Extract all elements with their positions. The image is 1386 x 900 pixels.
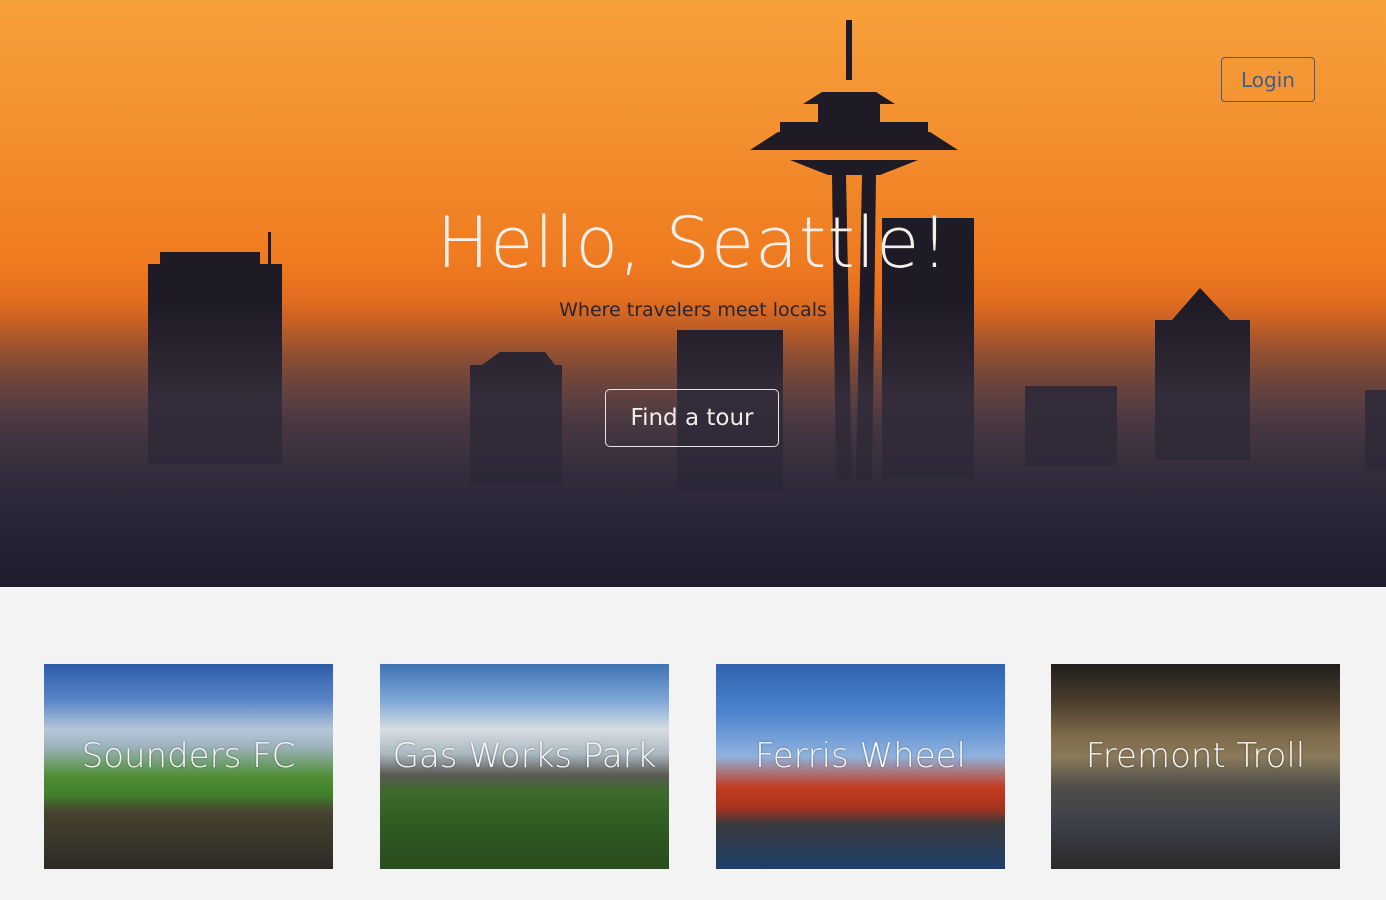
tile-fremont-troll[interactable]: Fremont Troll	[1051, 664, 1340, 869]
tile-ferris-wheel[interactable]: Ferris Wheel	[716, 664, 1005, 869]
hero-section: Login Hello, Seattle! Where travelers me…	[0, 0, 1386, 587]
tile-label: Fremont Troll	[1085, 736, 1306, 776]
hero-title: Hello, Seattle!	[436, 202, 950, 284]
tile-label: Ferris Wheel	[755, 736, 966, 776]
tile-gas-works-park[interactable]: Gas Works Park	[380, 664, 669, 869]
tile-label: Sounders FC	[81, 736, 296, 776]
tile-label: Gas Works Park	[392, 736, 657, 776]
hero-subtitle: Where travelers meet locals	[559, 299, 827, 321]
find-a-tour-button[interactable]: Find a tour	[605, 389, 779, 447]
login-button[interactable]: Login	[1221, 57, 1315, 102]
tile-sounders-fc[interactable]: Sounders FC	[44, 664, 333, 869]
attractions-grid: Sounders FC Gas Works Park Ferris Wheel …	[0, 664, 1386, 869]
